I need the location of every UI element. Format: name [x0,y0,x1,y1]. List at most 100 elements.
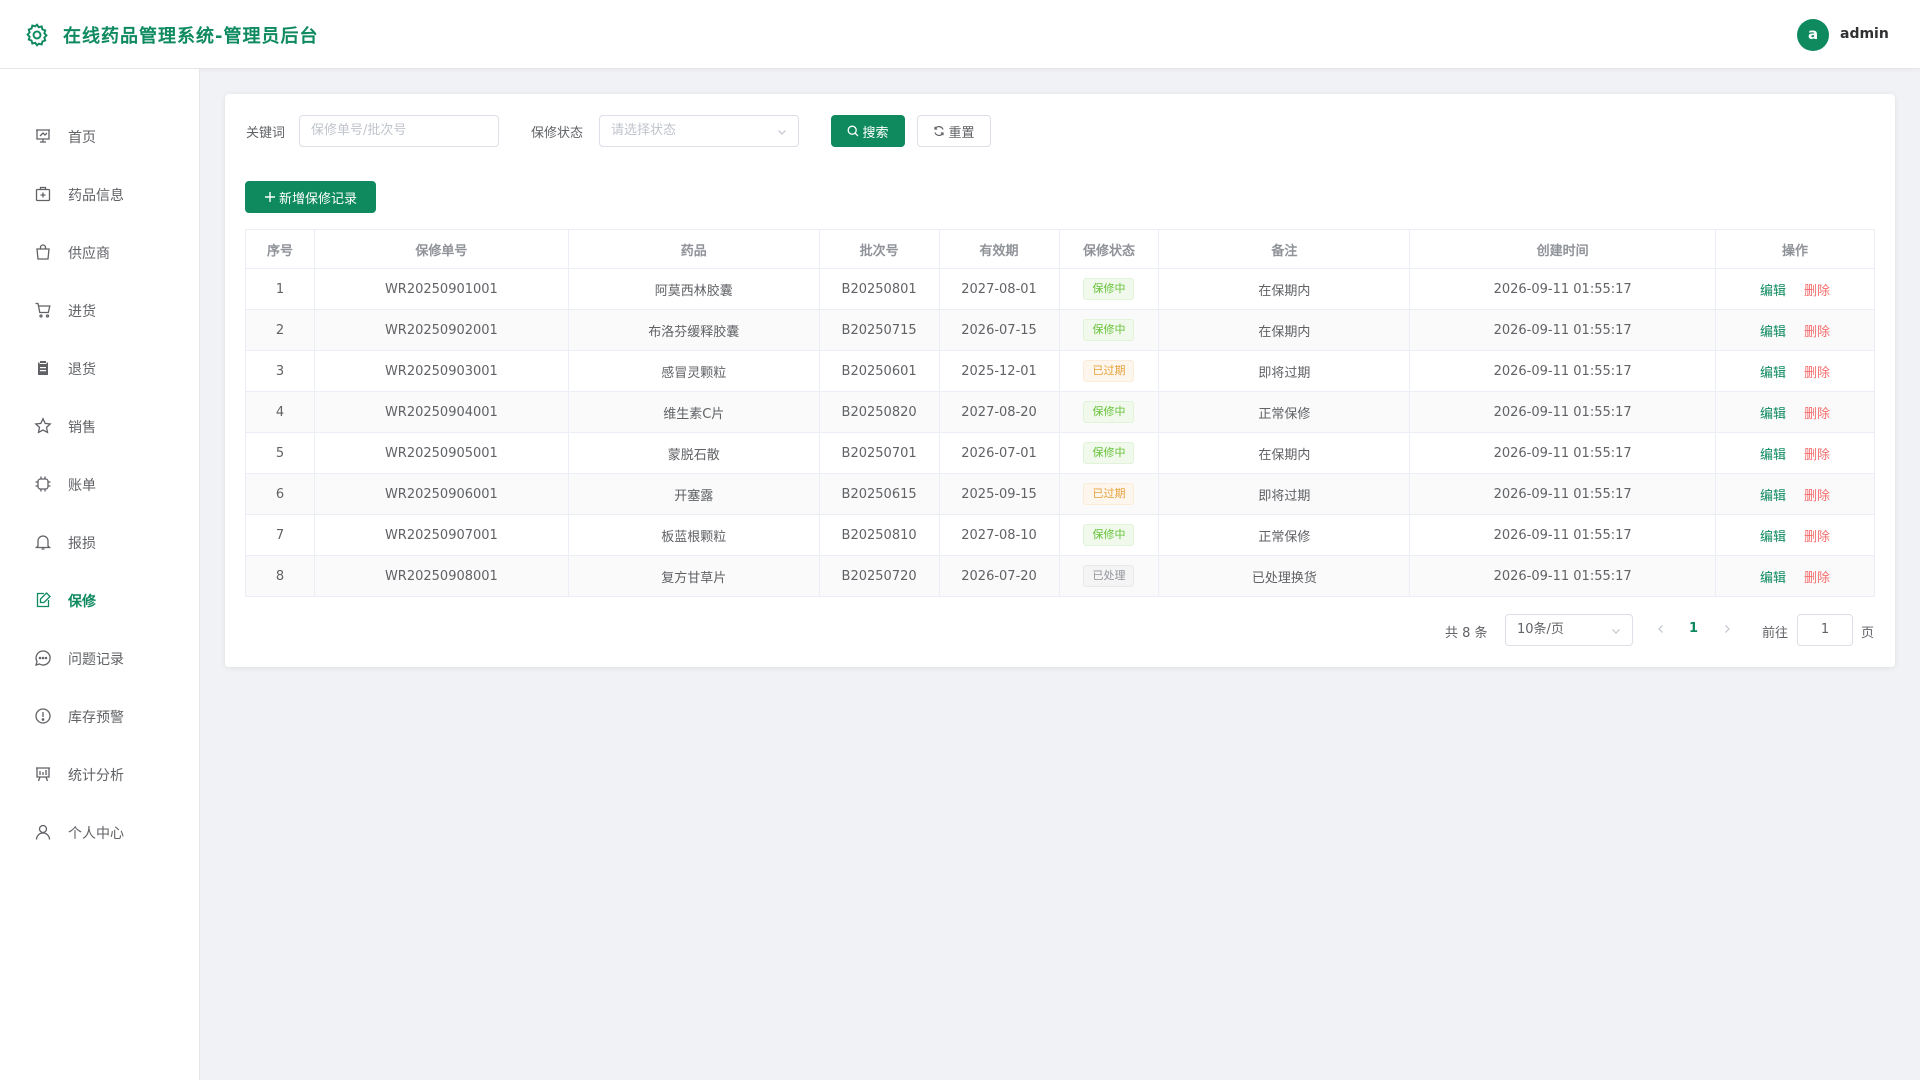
created-time: 2026-09-11 01:55:17 [1409,555,1717,597]
page-size-select[interactable]: 10条/页 [1505,614,1633,646]
edit-link[interactable]: 编辑 [1760,571,1786,586]
expiry-date: 2027-08-20 [938,391,1060,433]
batch-number: B20250615 [818,473,940,515]
drug-name: 感冒灵颗粒 [567,350,820,392]
sidebar-item-return[interactable]: 退货 [0,348,199,388]
column-header: 批次号 [818,229,940,269]
drug-name: 开塞露 [567,473,820,515]
status-badge: 已处理 [1083,565,1135,587]
expiry-date: 2025-09-15 [938,473,1060,515]
note-cell: 已处理换货 [1158,555,1411,597]
sidebar-item-label: 药品信息 [68,188,124,204]
sidebar-item-label: 销售 [68,420,96,436]
keyword-input[interactable]: 保修单号/批次号 [299,115,499,147]
avatar[interactable]: a [1797,19,1829,51]
edit-link[interactable]: 编辑 [1760,530,1786,545]
row-index: 7 [245,514,315,556]
warranty-card: 关键词 保修单号/批次号 保修状态 请选择状态 搜索 重置 新增保修记录 序号 … [225,94,1895,667]
sidebar-item-sales[interactable]: 销售 [0,406,199,446]
table-row: 7 WR20250907001 板蓝根颗粒 B20250810 2027-08-10 保修… [245,514,1875,556]
sidebar-item-statistics[interactable]: 统计分析 [0,754,199,794]
warning-icon [35,708,51,724]
created-time: 2026-09-11 01:55:17 [1409,432,1717,474]
edit-link[interactable]: 编辑 [1760,325,1786,340]
sidebar-item-label: 统计分析 [68,768,124,784]
page-number-current[interactable]: 1 [1689,621,1698,636]
expiry-date: 2027-08-10 [938,514,1060,556]
sidebar-item-bill[interactable]: 账单 [0,464,199,504]
delete-link[interactable]: 删除 [1804,489,1830,504]
sidebar-item-loss[interactable]: 报损 [0,522,199,562]
delete-link[interactable]: 删除 [1804,448,1830,463]
refresh-icon [934,125,945,137]
note-cell: 正常保修 [1158,514,1411,556]
note-cell: 在保期内 [1158,432,1411,474]
status-cell: 保修中 [1058,514,1160,556]
note-cell: 即将过期 [1158,350,1411,392]
delete-link[interactable]: 删除 [1804,284,1830,299]
created-time: 2026-09-11 01:55:17 [1409,268,1717,310]
row-index: 3 [245,350,315,392]
delete-link[interactable]: 删除 [1804,407,1830,422]
pagination-total: 共 8 条 [1445,626,1488,641]
sidebar-item-warranty[interactable]: 保修 [0,580,199,620]
actions-cell: 编辑 删除 [1715,391,1875,433]
status-select[interactable]: 请选择状态 [599,115,799,147]
warranty-table: 序号 保修单号 药品 批次号 有效期 保修状态 备注 创建时间 操作 1 WR20… [245,229,1875,597]
column-header: 保修状态 [1058,229,1160,269]
sidebar-item-home[interactable]: 首页 [0,116,199,156]
column-header: 有效期 [938,229,1060,269]
sidebar-item-label: 首页 [68,130,96,146]
sidebar-item-label: 报损 [68,536,96,552]
page-size-value: 10条/页 [1517,622,1564,637]
batch-number: B20250701 [818,432,940,474]
chevron-down-icon [778,130,786,135]
cpu-icon [35,476,51,492]
status-cell: 已处理 [1058,555,1160,597]
actions-cell: 编辑 删除 [1715,350,1875,392]
sidebar-item-stock-warning[interactable]: 库存预警 [0,696,199,736]
shopping-bag-icon [36,244,50,260]
edit-link[interactable]: 编辑 [1760,284,1786,299]
created-time: 2026-09-11 01:55:17 [1409,391,1717,433]
expiry-date: 2027-08-01 [938,268,1060,310]
delete-link[interactable]: 删除 [1804,530,1830,545]
status-cell: 保修中 [1058,268,1160,310]
chevron-left-icon[interactable] [1655,622,1667,636]
add-warranty-button[interactable]: 新增保修记录 [245,181,376,213]
drug-name: 复方甘草片 [567,555,820,597]
column-header: 创建时间 [1409,229,1717,269]
delete-link[interactable]: 删除 [1804,366,1830,381]
sidebar-item-profile[interactable]: 个人中心 [0,812,199,852]
table-row: 8 WR20250908001 复方甘草片 B20250720 2026-07-20 已处… [245,555,1875,597]
sidebar-item-issues[interactable]: 问题记录 [0,638,199,678]
username[interactable]: admin [1840,26,1889,42]
created-time: 2026-09-11 01:55:17 [1409,309,1717,351]
column-header: 保修单号 [313,229,569,269]
created-time: 2026-09-11 01:55:17 [1409,350,1717,392]
sidebar-item-purchase[interactable]: 进货 [0,290,199,330]
sidebar-item-drug-info[interactable]: 药品信息 [0,174,199,214]
edit-link[interactable]: 编辑 [1760,489,1786,504]
status-placeholder: 请选择状态 [611,123,677,138]
search-icon [848,125,859,137]
sidebar-item-supplier[interactable]: 供应商 [0,232,199,272]
reset-button[interactable]: 重置 [917,115,991,147]
delete-link[interactable]: 删除 [1804,325,1830,340]
edit-link[interactable]: 编辑 [1760,448,1786,463]
chevron-right-icon[interactable] [1721,622,1733,636]
table-row: 3 WR20250903001 感冒灵颗粒 B20250601 2025-12-01 已过… [245,350,1875,392]
warranty-code: WR20250905001 [313,432,569,474]
search-button[interactable]: 搜索 [831,115,905,147]
sidebar-item-label: 库存预警 [68,710,124,726]
reset-button-label: 重置 [948,125,975,141]
drug-name: 阿莫西林胶囊 [567,268,820,310]
edit-link[interactable]: 编辑 [1760,407,1786,422]
edit-link[interactable]: 编辑 [1760,366,1786,381]
goto-page-input[interactable]: 1 [1797,614,1853,646]
user-icon [35,824,51,840]
sidebar-item-label: 个人中心 [68,826,124,842]
status-cell: 已过期 [1058,350,1160,392]
delete-link[interactable]: 删除 [1804,571,1830,586]
status-badge: 已过期 [1083,483,1135,505]
